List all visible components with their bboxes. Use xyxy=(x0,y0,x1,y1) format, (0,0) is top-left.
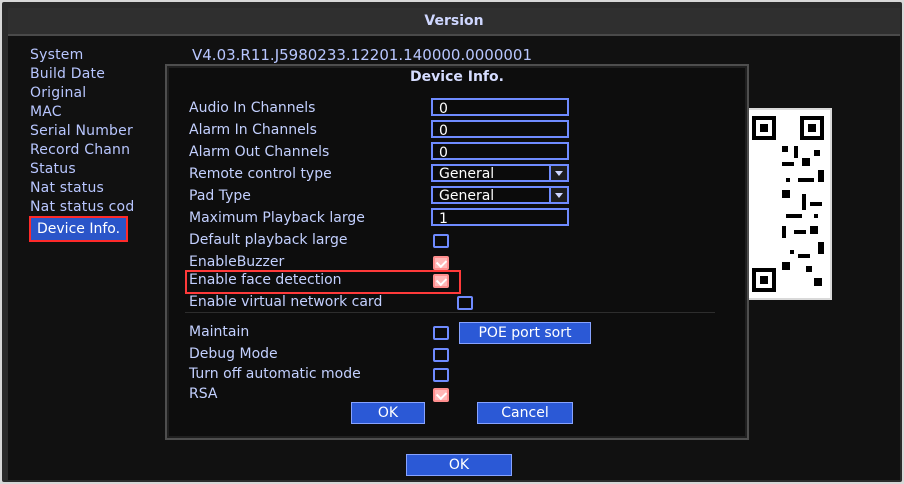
left-item-record-channel: Record Chann xyxy=(30,142,131,158)
version-value: V4.03.R11.J5980233.12201.140000.0000001 xyxy=(192,46,533,64)
label-alarm-in-channels: Alarm In Channels xyxy=(189,122,317,138)
remote-control-type-value: General xyxy=(439,166,495,182)
left-item-status: Status xyxy=(30,161,76,177)
qr-code-icon xyxy=(744,108,832,300)
label-enable-buzzer: EnableBuzzer xyxy=(189,254,285,270)
label-default-playback-large: Default playback large xyxy=(189,232,348,248)
maintain-checkbox[interactable] xyxy=(433,326,449,340)
pad-type-select[interactable]: General xyxy=(431,186,569,204)
alarm-out-channels-field[interactable]: 0 xyxy=(431,142,569,161)
left-item-nat-status: Nat status xyxy=(30,180,105,196)
label-rsa: RSA xyxy=(189,386,218,402)
maximum-playback-large-field[interactable]: 1 xyxy=(431,208,569,227)
label-maximum-playback-large: Maximum Playback large xyxy=(189,210,365,226)
label-turn-off-automatic-mode: Turn off automatic mode xyxy=(189,366,361,382)
left-item-nat-status-code: Nat status cod xyxy=(30,199,135,215)
window-title: Version xyxy=(8,8,900,36)
label-enable-virtual-network-card: Enable virtual network card xyxy=(189,294,383,310)
label-pad-type: Pad Type xyxy=(189,188,251,204)
dialog-title: Device Info. xyxy=(410,69,504,85)
alarm-in-channels-field[interactable]: 0 xyxy=(431,120,569,139)
label-remote-control-type: Remote control type xyxy=(189,166,332,182)
enable-face-detection-checkbox[interactable] xyxy=(433,274,449,288)
dialog-ok-button[interactable]: OK xyxy=(351,402,425,424)
device-info-dialog: Device Info. Audio In Channels 0 Alarm I… xyxy=(165,64,749,440)
pad-type-value: General xyxy=(439,188,495,204)
audio-in-channels-field[interactable]: 0 xyxy=(431,98,569,117)
label-alarm-out-channels: Alarm Out Channels xyxy=(189,144,330,160)
remote-control-type-select[interactable]: General xyxy=(431,164,569,182)
label-audio-in-channels: Audio In Channels xyxy=(189,100,316,116)
debug-mode-checkbox[interactable] xyxy=(433,348,449,362)
enable-buzzer-checkbox[interactable] xyxy=(433,256,449,270)
version-left-list: System Build Date Original MAC Serial Nu… xyxy=(30,46,134,217)
left-item-original: Original xyxy=(30,85,87,101)
chevron-down-icon[interactable] xyxy=(549,188,567,202)
dialog-separator xyxy=(185,312,715,313)
device-info-button[interactable]: Device Info. xyxy=(29,216,129,242)
poe-port-sort-button[interactable]: POE port sort xyxy=(459,322,591,344)
label-debug-mode: Debug Mode xyxy=(189,346,278,362)
rsa-checkbox[interactable] xyxy=(433,388,449,402)
left-item-build-date: Build Date xyxy=(30,66,106,82)
label-enable-face-detection: Enable face detection xyxy=(189,272,342,288)
left-item-serial-number: Serial Number xyxy=(30,123,133,139)
dialog-cancel-button[interactable]: Cancel xyxy=(477,402,573,424)
enable-virtual-network-card-checkbox[interactable] xyxy=(457,296,473,310)
dvr-window: Version System Build Date Original MAC S… xyxy=(2,2,902,482)
footer-ok-button[interactable]: OK xyxy=(406,454,512,476)
label-maintain: Maintain xyxy=(189,324,250,340)
default-playback-large-checkbox[interactable] xyxy=(433,234,449,248)
turn-off-automatic-mode-checkbox[interactable] xyxy=(433,368,449,382)
left-item-system: System xyxy=(30,47,84,63)
left-item-mac: MAC xyxy=(30,104,62,120)
chevron-down-icon[interactable] xyxy=(549,166,567,180)
